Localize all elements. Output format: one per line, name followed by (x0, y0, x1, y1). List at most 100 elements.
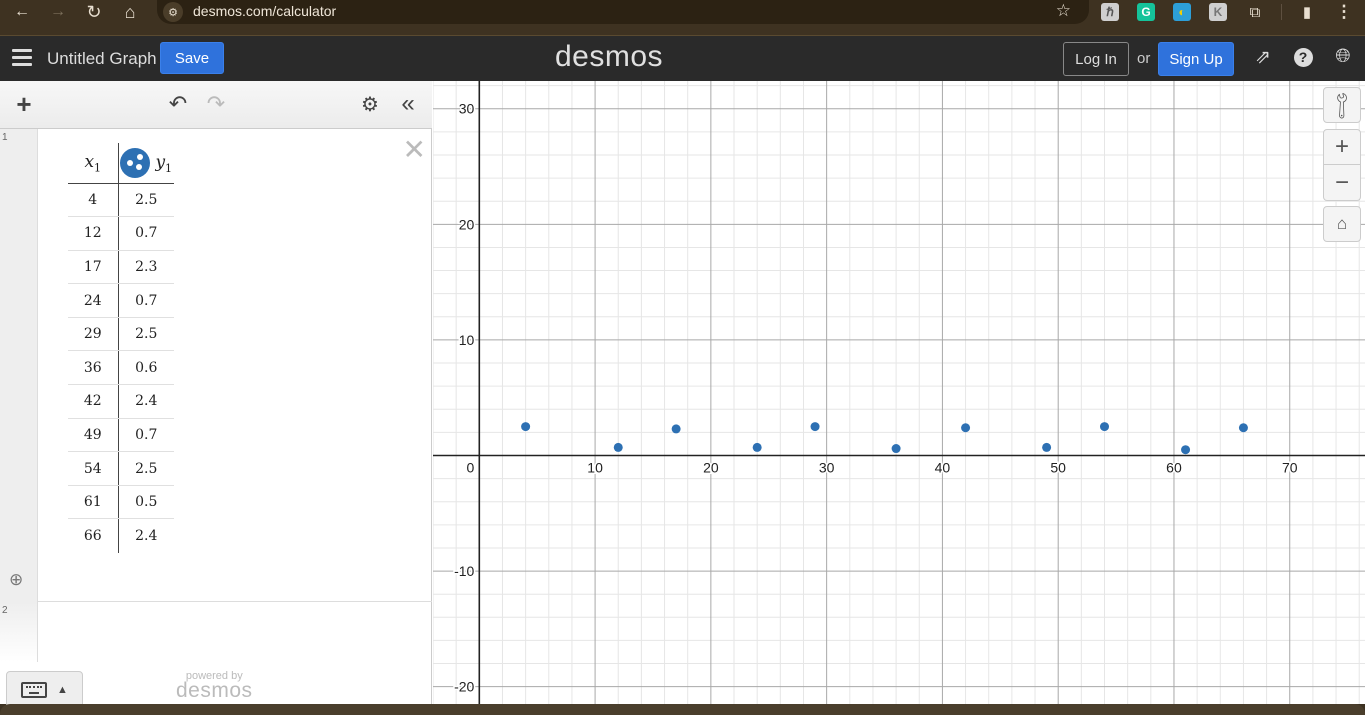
table-row: 24 0.7 (68, 283, 174, 318)
caret-up-icon: ▲ (57, 684, 68, 696)
signup-button[interactable]: Sign Up (1158, 42, 1234, 76)
cell-y[interactable]: 0.5 (118, 485, 174, 520)
data-point[interactable] (671, 424, 681, 434)
cell-x[interactable]: 61 (68, 485, 119, 520)
cell-x[interactable]: 36 (68, 350, 119, 386)
data-point[interactable] (1100, 422, 1110, 432)
graph-svg[interactable]: 10 20 30 40 50 60 70 30 20 10 -10 -20 0 (433, 81, 1365, 704)
cell-y[interactable]: 0.7 (118, 216, 174, 251)
cell-x[interactable]: 17 (68, 250, 119, 285)
data-point[interactable] (810, 422, 820, 432)
cell-y[interactable]: 0.7 (118, 283, 174, 318)
data-point[interactable] (752, 442, 762, 452)
row-gutter: 1 ⊕ (0, 129, 38, 602)
data-point[interactable] (1181, 445, 1191, 455)
undo-icon[interactable]: ↶ (165, 91, 191, 117)
cell-y[interactable]: 2.4 (118, 384, 174, 419)
honey-extension-icon[interactable]: ℏ (1101, 3, 1119, 21)
cell-y[interactable]: 2.3 (118, 250, 174, 285)
table-row: 61 0.5 (68, 485, 174, 520)
data-point[interactable] (1238, 423, 1248, 433)
zoom-in-button[interactable]: + (1323, 129, 1361, 165)
plus-icon: + (1334, 133, 1349, 160)
collapse-list-icon[interactable]: « (395, 90, 421, 117)
redo-icon[interactable]: ↷ (203, 91, 229, 117)
table-row: 36 0.6 (68, 350, 174, 386)
language-globe-icon[interactable]: 🌐︎ (1332, 46, 1354, 68)
cell-y[interactable]: 0.6 (118, 350, 174, 386)
edge-extension-icon[interactable]: ◐ (1173, 3, 1191, 21)
cell-x[interactable]: 4 (68, 183, 119, 218)
column-header-x[interactable]: x1 (68, 143, 119, 184)
table-row: 29 2.5 (68, 317, 174, 352)
expression-list: + ↶ ↷ ⚙ « 1 ⊕ ✕ x1 y1 4 2.5 12 0.7 17 2.3 24 0.… (0, 81, 432, 709)
column-header-y[interactable]: y1 (118, 143, 174, 184)
help-icon[interactable]: ? (1292, 46, 1314, 68)
cell-y[interactable]: 2.4 (118, 519, 174, 553)
powered-by-desmos[interactable]: powered by desmos (176, 670, 253, 703)
data-point[interactable] (961, 423, 971, 433)
extensions-puzzle-icon[interactable]: ⧉ (1243, 0, 1267, 24)
add-item-icon[interactable]: + (11, 89, 37, 119)
cell-x[interactable]: 66 (68, 518, 119, 553)
reload-button[interactable]: ↻ (82, 0, 106, 24)
data-point[interactable] (891, 444, 901, 454)
point-style-icon[interactable] (120, 147, 151, 178)
cell-x[interactable]: 49 (68, 418, 119, 453)
graph-title[interactable]: Untitled Graph (47, 49, 157, 69)
grammarly-extension-icon[interactable]: G (1137, 3, 1155, 21)
login-button[interactable]: Log In (1063, 42, 1129, 76)
share-icon[interactable]: ⇗ (1252, 46, 1274, 68)
cell-x[interactable]: 29 (68, 317, 119, 352)
bookmark-star-icon[interactable]: ☆ (1056, 1, 1071, 21)
table-row: 54 2.5 (68, 451, 174, 486)
y-tick-label: 10 (459, 332, 475, 348)
site-info-icon[interactable]: ⚙ (163, 2, 183, 22)
save-button[interactable]: Save (160, 42, 224, 74)
x-tick-label: 20 (703, 459, 719, 475)
default-viewport-button[interactable]: ⌂ (1323, 206, 1361, 242)
home-button[interactable]: ⌂ (118, 0, 142, 24)
row-gutter: 2 (0, 602, 38, 662)
table-row: 17 2.3 (68, 250, 174, 285)
expression-row-table[interactable]: 1 ⊕ ✕ x1 y1 4 2.5 12 0.7 17 2.3 24 0.7 29 2.5 36 0.… (0, 129, 432, 602)
x-tick-label: 30 (819, 459, 835, 475)
back-button[interactable]: ← (10, 0, 34, 24)
expression-row-empty[interactable]: 2 (0, 602, 432, 662)
forward-button[interactable]: → (46, 0, 70, 24)
cell-y[interactable]: 2.5 (118, 183, 174, 218)
address-bar[interactable]: ⚙ desmos.com/calculator ☆ (157, 0, 1089, 24)
desmos-logo: desmos (555, 40, 664, 73)
k-extension-icon[interactable]: K (1209, 3, 1227, 21)
data-table: x1 y1 4 2.5 12 0.7 17 2.3 24 0.7 29 2.5 36 0.6 42 2.4… (68, 143, 174, 553)
x-tick-label: 50 (1050, 459, 1066, 475)
side-panel-icon[interactable]: ▮ (1295, 0, 1319, 24)
data-point[interactable] (1042, 442, 1052, 452)
home-icon: ⌂ (1336, 214, 1348, 233)
app-header: Untitled Graph Save desmos Log In or Sig… (0, 36, 1365, 81)
y-tick-label: -20 (454, 679, 474, 695)
y-tick-label: 30 (459, 101, 475, 117)
data-point[interactable] (613, 442, 623, 452)
x-tick-label: 70 (1282, 459, 1298, 475)
cell-y[interactable]: 2.5 (118, 317, 174, 352)
menu-hamburger-icon[interactable] (12, 49, 32, 67)
x-tick-label: 10 (587, 459, 603, 475)
delete-expression-icon[interactable]: ✕ (403, 133, 426, 166)
cell-y[interactable]: 2.5 (118, 451, 174, 486)
browser-menu-icon[interactable]: ⋮ (1332, 0, 1356, 24)
y-tick-label: 20 (459, 216, 475, 232)
cell-x[interactable]: 12 (68, 216, 119, 251)
zoom-out-button[interactable]: − (1323, 165, 1361, 201)
cell-x[interactable]: 54 (68, 451, 119, 486)
graph-canvas[interactable]: 10 20 30 40 50 60 70 30 20 10 -10 -20 0 🔧︎ + − ⌂ (433, 81, 1365, 704)
data-point[interactable] (521, 422, 531, 432)
cell-x[interactable]: 24 (68, 283, 119, 318)
graph-settings-button[interactable]: 🔧︎ (1323, 87, 1361, 123)
browser-bottom-bar (0, 704, 1365, 715)
cell-y[interactable]: 0.7 (118, 418, 174, 453)
settings-gear-icon[interactable]: ⚙ (357, 91, 383, 117)
zoom-fit-icon[interactable]: ⊕ (9, 570, 29, 590)
forward-arrow-icon: → (50, 3, 66, 20)
cell-x[interactable]: 42 (68, 384, 119, 419)
